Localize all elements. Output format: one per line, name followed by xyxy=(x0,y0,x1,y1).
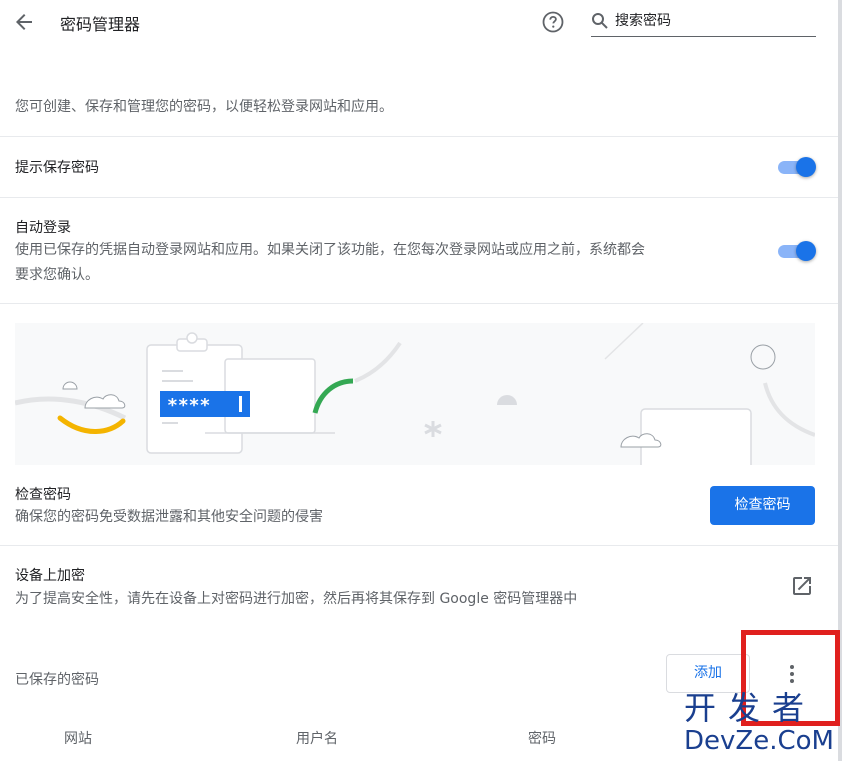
masked-password-text: **** xyxy=(167,395,210,416)
divider xyxy=(0,136,838,137)
intro-text: 您可创建、保存和管理您的密码，以便轻松登录网站和应用。 xyxy=(15,99,393,115)
watermark-cn: 开发者 xyxy=(684,689,817,727)
auto-sign-in-description-line2: 要求您确认。 xyxy=(15,267,99,283)
add-password-button[interactable]: 添加 xyxy=(666,654,750,693)
check-passwords-button[interactable]: 检查密码 xyxy=(710,486,815,525)
auto-sign-in-description-line1: 使用已保存的凭据自动登录网站和应用。如果关闭了该功能，在您每次登录网站或应用之前… xyxy=(15,242,645,258)
page-title: 密码管理器 xyxy=(60,15,141,34)
password-check-illustration: **** xyxy=(15,323,815,465)
back-arrow-icon[interactable] xyxy=(12,10,36,34)
offer-to-save-toggle[interactable] xyxy=(776,155,816,179)
watermark-logo: 开发者 DevZe.CoM xyxy=(684,690,836,756)
search-icon xyxy=(591,12,609,30)
on-device-encryption-title: 设备上加密 xyxy=(15,568,85,584)
help-icon[interactable] xyxy=(542,11,564,33)
search-box xyxy=(591,8,816,37)
auto-sign-in-toggle[interactable] xyxy=(776,239,816,263)
column-header-username: 用户名 xyxy=(296,731,338,747)
column-header-password: 密码 xyxy=(528,731,556,747)
top-bar: 密码管理器 xyxy=(0,0,842,48)
offer-to-save-label: 提示保存密码 xyxy=(15,160,99,176)
divider xyxy=(0,197,838,198)
search-input[interactable] xyxy=(615,10,811,32)
auto-sign-in-label: 自动登录 xyxy=(15,220,71,236)
check-passwords-title: 检查密码 xyxy=(15,487,71,503)
open-in-new-icon[interactable] xyxy=(790,574,814,598)
column-header-website: 网站 xyxy=(64,731,92,747)
divider xyxy=(0,303,838,304)
check-passwords-description: 确保您的密码免受数据泄露和其他安全问题的侵害 xyxy=(15,509,323,525)
saved-passwords-title: 已保存的密码 xyxy=(15,672,99,688)
watermark-en: DevZe.CoM xyxy=(684,726,834,756)
divider xyxy=(0,545,838,546)
on-device-encryption-description: 为了提高安全性，请先在设备上对密码进行加密，然后再将其保存到 Google 密码… xyxy=(15,591,578,607)
